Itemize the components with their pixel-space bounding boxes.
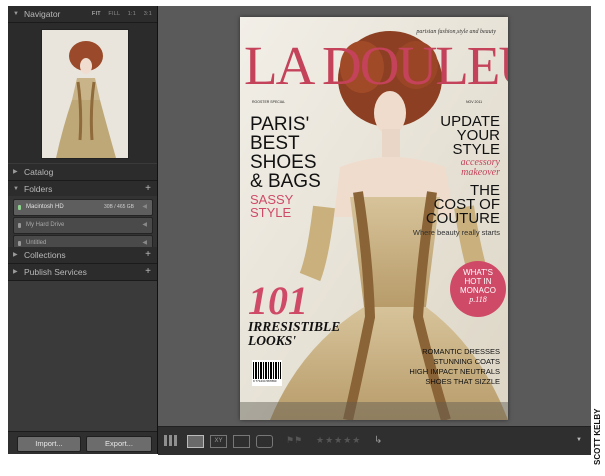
circle-line: WHAT'S [463,268,493,277]
navigator-thumbnail[interactable] [41,29,129,159]
import-button[interactable]: Import... [17,436,81,452]
feature-line: SHOES THAT SIZZLE [425,377,500,386]
bottom-toolbar: XY ⚑⚑ ★★★★★ ↳ ▼ [158,426,591,455]
left-panel: ▼ Navigator FIT FILL 1:1 3:1 ▶ Catalog ▼… [8,6,158,454]
issue-label-left: ROOSTER SPECIAL [252,100,286,104]
headline-line: & BAGS [250,171,321,192]
loupe-view-icon[interactable] [187,435,204,448]
collapse-triangle-icon[interactable]: ▼ [13,6,19,22]
zoom-1-1[interactable]: 1:1 [128,11,136,17]
headline-line: SHOES [250,152,317,173]
folder-name: Macintosh HD [26,204,64,210]
collections-header[interactable]: ▶ Collections + [8,247,157,264]
folder-name: My Hard Drive [26,222,65,228]
publish-services-header[interactable]: ▶ Publish Services + [8,264,157,281]
grid-view-icon[interactable] [164,435,179,446]
arrow-left-icon[interactable]: ◀ [142,218,147,233]
irresistible-line: LOOKS' [248,333,297,348]
catalog-header[interactable]: ▶ Catalog [8,164,157,181]
cost-of-couture: THE COST OF COUTURE [425,183,500,227]
masthead: LA DOULEUR [244,35,508,96]
folders-title: Folders [24,184,53,194]
feature-line: ROMANTIC DRESSES [422,347,500,356]
circle-line: p.118 [469,295,487,304]
add-collection-icon[interactable]: + [145,247,151,263]
expand-triangle-icon[interactable]: ▶ [13,164,18,180]
zoom-3-1[interactable]: 3:1 [144,11,152,17]
feature-line: HIGH IMPACT NEUTRALS [409,367,500,376]
feature-line: STUNNING COATS [433,357,500,366]
export-button[interactable]: Export... [86,436,152,452]
accessory-makeover: accessory makeover [461,158,500,178]
expand-triangle-icon[interactable]: ▶ [13,247,18,263]
magazine-cover-image[interactable]: LA DOULEUR parisian fashion,style and be… [240,17,508,420]
folder-my-hard-drive[interactable]: My Hard Drive ◀ [13,217,153,234]
folder-macintosh-hd[interactable]: Macintosh HD 30B / 465 GB ◀ [13,199,153,216]
drive-icon [18,241,21,246]
people-view-icon[interactable] [256,435,273,448]
monaco-circle: WHAT'S HOT IN MONACO p.118 [450,261,506,317]
big-number: 101 [248,278,308,323]
zoom-fit[interactable]: FIT [92,11,101,17]
irresistible-line: IRRESISTIBLE [248,319,341,334]
rotate-icon[interactable]: ↳ [374,435,386,446]
headline-line: BEST [250,133,300,154]
cost-line: COUTURE [425,210,500,227]
flag-icon[interactable]: ⚑⚑ [286,435,302,446]
add-folder-icon[interactable]: + [145,181,151,197]
add-service-icon[interactable]: + [145,264,151,280]
update-line: STYLE [452,141,500,158]
circle-line: MONACO [460,286,496,295]
loupe-view: LA DOULEUR parisian fashion,style and be… [158,6,591,426]
cover-tagline: parisian fashion,style and beauty [416,29,496,35]
update-your-style: UPDATE YOUR STYLE [440,114,500,158]
where-beauty: Where beauty really starts [412,228,500,237]
star-rating-icon[interactable]: ★★★★★ [316,435,376,446]
collapse-triangle-icon[interactable]: ▼ [13,181,19,197]
barcode-bars [253,362,281,379]
expand-triangle-icon[interactable]: ▶ [13,264,18,280]
navigator-header[interactable]: ▼ Navigator FIT FILL 1:1 3:1 [8,6,157,23]
arrow-left-icon[interactable]: ◀ [142,200,147,215]
folder-size: 30B / 465 GB [103,204,134,210]
catalog-title: Catalog [24,167,54,177]
photo-credit-text: SCOTT KELBY [593,408,602,465]
accessory-line: makeover [461,167,500,178]
zoom-options: FIT FILL 1:1 3:1 [86,6,152,22]
photo-credit: SCOTT KELBY [593,408,602,465]
zoom-fill[interactable]: FILL [108,11,120,17]
circle-line: HOT IN [464,277,492,286]
navigator-title: Navigator [24,9,61,19]
drive-icon [18,205,21,210]
sassy-style: SASSY STYLE [250,193,293,219]
publish-services-title: Publish Services [24,267,87,277]
collections-title: Collections [24,250,66,260]
left-panel-footer: Import... Export... [8,431,157,454]
issue-label-right: NOV 2011 [466,100,483,104]
right-features-list: ROMANTIC DRESSES STUNNING COATS HIGH IMP… [409,347,500,387]
folders-list: Macintosh HD 30B / 465 GB ◀ My Hard Driv… [8,196,157,252]
navigator-preview-area [8,23,157,163]
irresistible-looks: IRRESISTIBLE LOOKS' [248,320,340,348]
drive-icon [18,223,21,228]
sassy-line: STYLE [250,205,292,220]
compare-view-icon[interactable]: XY [210,435,227,448]
barcode-digits: 9 771234 567890 [253,379,277,383]
survey-view-icon[interactable] [233,435,250,448]
headline-line: PARIS' [250,114,310,135]
headline-paris-shoes: PARIS' BEST SHOES & BAGS [250,115,321,191]
toolbar-menu-chevron-icon[interactable]: ▼ [576,435,586,446]
barcode: 9 771234 567890 [253,362,281,384]
